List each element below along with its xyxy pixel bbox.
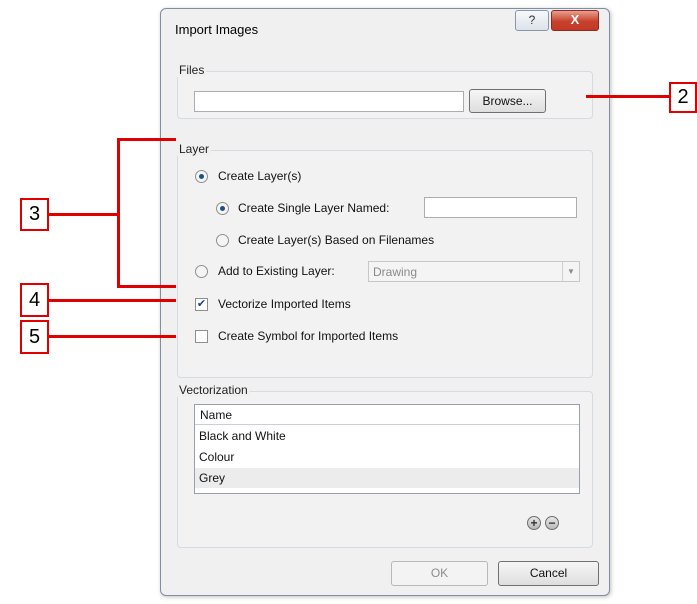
callout-4-line <box>48 299 176 302</box>
title-bar: Import Images ? X <box>161 9 609 47</box>
files-group-label: Files <box>177 63 207 77</box>
filename-layers-label: Create Layer(s) Based on Filenames <box>238 233 435 247</box>
help-button[interactable]: ? <box>515 10 549 31</box>
single-layer-label: Create Single Layer Named: <box>238 201 390 215</box>
close-button[interactable]: X <box>551 10 599 31</box>
ok-button[interactable]: OK <box>391 561 488 586</box>
callout-2: 2 <box>669 82 697 113</box>
callout-5-line <box>48 335 176 338</box>
callout-3-bracket-top <box>117 138 176 141</box>
callout-3: 3 <box>20 198 49 231</box>
create-symbol-checkbox[interactable] <box>195 330 208 343</box>
list-column-header[interactable]: Name <box>195 405 579 425</box>
create-layers-radio[interactable] <box>195 170 208 183</box>
list-item[interactable]: Colour <box>195 447 579 467</box>
dialog-title: Import Images <box>175 22 259 37</box>
create-symbol-label: Create Symbol for Imported Items <box>218 329 399 343</box>
vectorization-list[interactable]: Name Black and White Colour Grey <box>194 404 580 494</box>
add-icon[interactable]: + <box>527 516 541 530</box>
single-layer-radio[interactable] <box>216 202 229 215</box>
list-item[interactable]: Black and White <box>195 426 579 446</box>
callout-2-line <box>586 95 670 98</box>
existing-layer-label: Add to Existing Layer: <box>218 264 335 278</box>
cancel-button[interactable]: Cancel <box>498 561 599 586</box>
vectorization-group-label: Vectorization <box>177 383 250 397</box>
file-path-input[interactable] <box>194 91 464 112</box>
vectorize-label: Vectorize Imported Items <box>218 297 351 311</box>
chevron-down-icon: ▼ <box>562 262 579 281</box>
remove-icon[interactable]: − <box>545 516 559 530</box>
callout-3-line <box>48 213 119 216</box>
existing-layer-dropdown[interactable]: Drawing ▼ <box>368 261 580 282</box>
single-layer-name-input[interactable] <box>424 197 577 218</box>
import-images-dialog: Import Images ? X Files Browse... Layer … <box>160 8 610 596</box>
callout-4: 4 <box>20 283 49 317</box>
create-layers-label: Create Layer(s) <box>218 169 302 183</box>
callout-5: 5 <box>20 320 49 354</box>
callout-3-bracket-bottom <box>117 285 176 288</box>
existing-layer-dropdown-value: Drawing <box>373 265 418 279</box>
layer-group-label: Layer <box>177 142 212 156</box>
browse-button[interactable]: Browse... <box>469 89 546 113</box>
vectorize-checkbox[interactable]: ✔ <box>195 298 208 311</box>
filename-layers-radio[interactable] <box>216 234 229 247</box>
list-item-selected[interactable]: Grey <box>195 468 579 488</box>
existing-layer-radio[interactable] <box>195 265 208 278</box>
